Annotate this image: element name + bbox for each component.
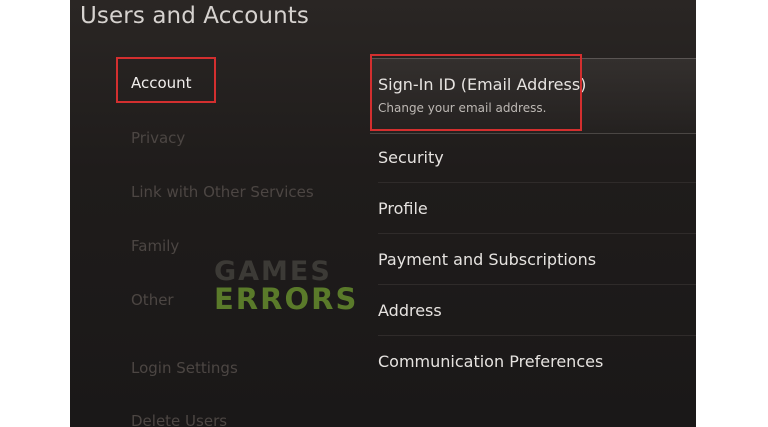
ps5-settings-screen: Users and Accounts Account Privacy Link … xyxy=(70,0,696,427)
sidebar-item-link-with-other-services[interactable]: Link with Other Services xyxy=(131,183,314,201)
account-highlight-box xyxy=(116,57,216,103)
sidebar-item-login-settings[interactable]: Login Settings xyxy=(131,359,238,377)
sidebar-item-family[interactable]: Family xyxy=(131,237,179,255)
page-title: Users and Accounts xyxy=(80,3,309,29)
watermark-line-2: ERRORS xyxy=(214,282,359,316)
list-item-security[interactable]: Security xyxy=(378,148,444,167)
sidebar-item-delete-users[interactable]: Delete Users xyxy=(131,412,227,427)
divider xyxy=(378,233,696,234)
sidebar-item-other[interactable]: Other xyxy=(131,291,174,309)
sidebar-item-privacy[interactable]: Privacy xyxy=(131,129,185,147)
watermark-line-1: GAMES xyxy=(214,256,332,287)
list-item-profile[interactable]: Profile xyxy=(378,199,428,218)
list-item-address[interactable]: Address xyxy=(378,301,442,320)
list-item-payment-and-subscriptions[interactable]: Payment and Subscriptions xyxy=(378,250,596,269)
watermark-logo: GAMES ERRORS xyxy=(214,258,358,314)
list-item-communication-preferences[interactable]: Communication Preferences xyxy=(378,352,603,371)
divider xyxy=(378,182,696,183)
divider xyxy=(378,335,696,336)
divider xyxy=(378,284,696,285)
sign-in-id-highlight-box xyxy=(370,54,582,131)
